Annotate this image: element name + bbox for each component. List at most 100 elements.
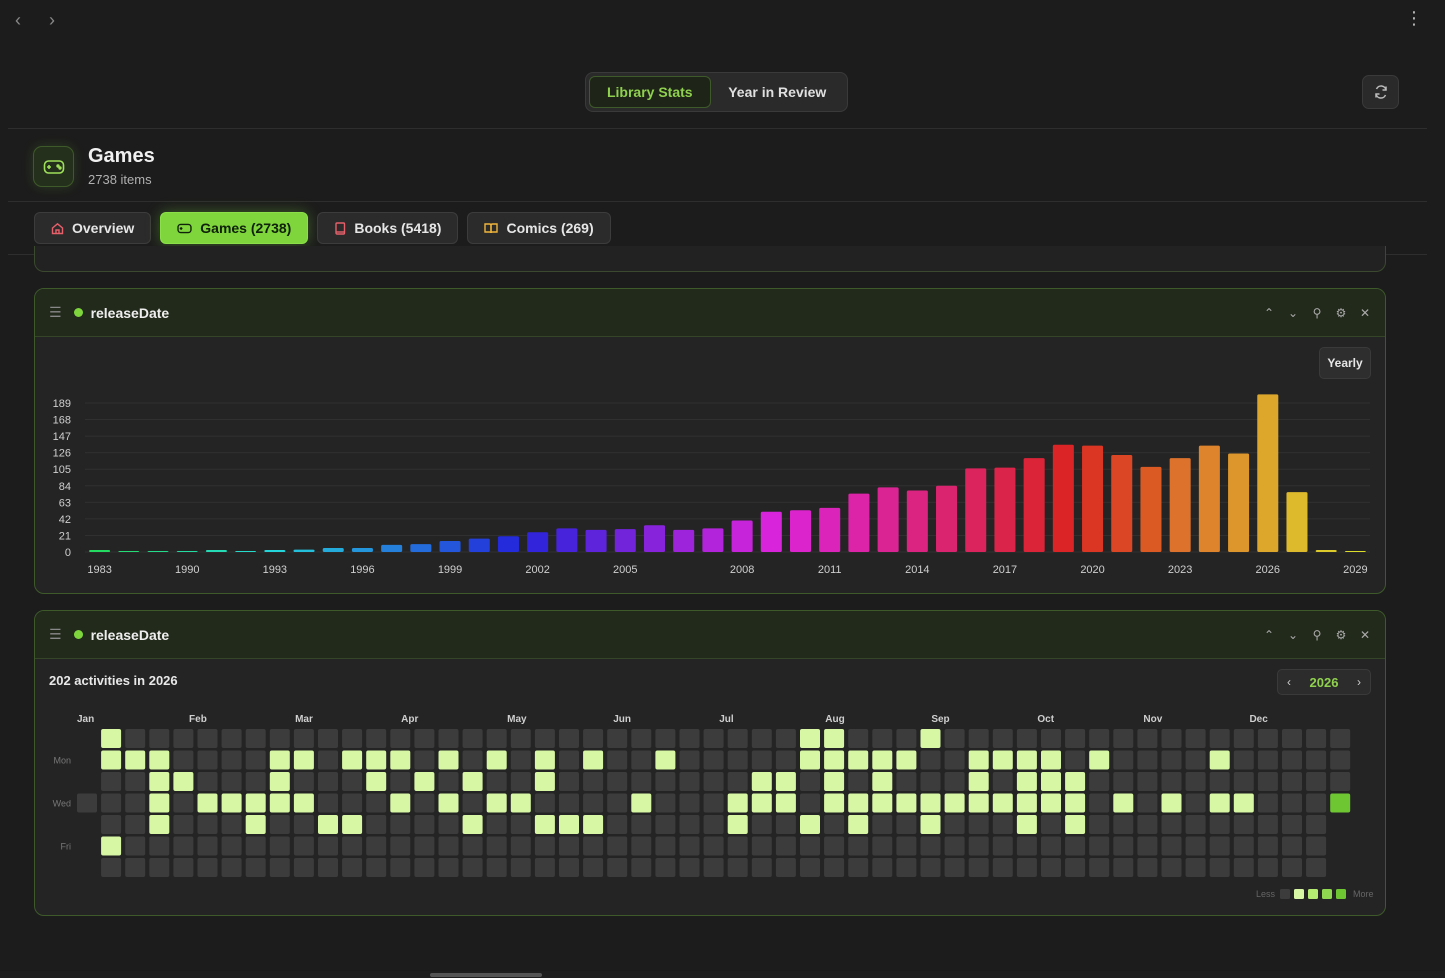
heatmap-cell [968,793,989,813]
heatmap-cell [269,858,290,877]
refresh-button[interactable] [1362,75,1399,109]
drag-handle-icon[interactable]: ☰ [49,626,62,643]
heatmap-cell [390,815,411,834]
move-up-icon[interactable]: ⌃ [1263,306,1275,320]
heatmap-cell [1257,750,1278,770]
heatmap-cell [173,815,194,834]
heatmap-cell [1257,858,1278,877]
heatmap-cell [1209,815,1230,834]
heatmap-cell [703,729,724,748]
tab-year-in-review[interactable]: Year in Review [711,76,844,108]
pin-icon[interactable]: ⚲ [1311,306,1323,320]
heatmap-cell [534,750,555,770]
heatmap-cell [293,772,314,791]
heatmap-cell [631,793,652,813]
heatmap-cell [1113,750,1134,770]
heatmap-cell [800,858,820,877]
tab-library-stats[interactable]: Library Stats [589,76,711,108]
tab-books[interactable]: Books (5418) [317,212,459,244]
heatmap-cell [607,750,628,770]
horizontal-scrollbar[interactable] [0,971,1445,978]
heatmap-cell [992,836,1013,856]
heatmap-cell [872,772,893,791]
heatmap-cell [1282,836,1302,856]
heatmap-cell [703,793,724,813]
move-down-icon[interactable]: ⌄ [1287,306,1299,320]
month-label: Nov [1143,714,1162,725]
settings-icon[interactable]: ⚙ [1335,628,1347,642]
heatmap-cell [125,793,146,813]
heatmap-cell [559,815,579,834]
heatmap-cell [1161,793,1182,813]
heatmap-cell [583,815,604,834]
heatmap-cell [727,793,748,813]
heatmap-cell [848,836,869,856]
heatmap-cell [125,858,146,877]
kebab-menu-icon[interactable]: ⋮ [1405,8,1423,29]
heatmap-cell [414,793,435,813]
heatmap-cell [1306,836,1327,856]
heatmap-cell [896,836,917,856]
bar [1111,455,1133,552]
scrollbar-thumb[interactable] [430,973,542,977]
bar [848,493,870,552]
tab-games[interactable]: Games (2738) [160,212,309,244]
heatmap-cell [1041,815,1061,834]
heatmap-cell [438,815,459,834]
bar [497,536,519,552]
forward-icon[interactable]: › [44,10,60,31]
x-tick-label: 1993 [263,564,287,576]
heatmap-cell [775,815,796,834]
heatmap-cell [173,836,194,856]
heatmap-cell [245,750,266,770]
heatmap-cell [1089,729,1110,748]
heatmap-cell [824,793,845,813]
close-icon[interactable]: ✕ [1359,306,1371,320]
pin-icon[interactable]: ⚲ [1311,628,1323,642]
heatmap-cell [944,772,965,791]
status-dot [73,630,83,639]
drag-handle-icon[interactable]: ☰ [49,304,62,321]
heatmap-cell [125,772,146,791]
heatmap-cell [390,836,411,856]
heatmap-cell [1089,750,1110,770]
heatmap-cell [1282,815,1302,834]
next-year-icon[interactable]: › [1357,675,1361,689]
heatmap-cell [486,815,507,834]
activity-heatmap: Jan Feb Mar Apr May Jun Jul Aug Sep Oct Nov Dec Mon W… [53,714,1374,899]
heatmap-cell [101,750,122,770]
heatmap-cell [173,793,194,813]
bar [1140,466,1162,552]
heatmap-cell [245,815,266,834]
heatmap-cell [896,793,917,813]
heatmap-cell [486,750,507,770]
heatmap-cell [438,729,459,748]
tab-comics[interactable]: Comics (269) [467,212,611,244]
heatmap-cell [800,793,820,813]
heatmap-cell [1161,750,1182,770]
heatmap-cell [486,793,507,813]
heatmap-cell [1161,858,1182,877]
close-icon[interactable]: ✕ [1359,628,1371,642]
heatmap-cell [1185,836,1206,856]
move-down-icon[interactable]: ⌄ [1287,628,1299,642]
x-tick-label: 2023 [1168,564,1192,576]
divider [8,201,1427,202]
heatmap-cell [751,836,772,856]
back-icon[interactable]: ‹ [10,10,26,31]
gamepad-icon [43,159,64,174]
heatmap-cell [1233,793,1254,813]
heatmap-cell [414,772,435,791]
heatmap-cell [1089,858,1110,877]
home-icon [51,222,64,234]
move-up-icon[interactable]: ⌃ [1263,628,1275,642]
previous-year-icon[interactable]: ‹ [1287,675,1291,689]
settings-icon[interactable]: ⚙ [1335,306,1347,320]
heatmap-cell [1306,729,1327,748]
heatmap-cell [559,836,579,856]
heatmap-cell [1065,836,1086,856]
month-label: Feb [189,714,207,725]
tab-overview[interactable]: Overview [34,212,152,244]
heatmap-cell [1330,793,1351,813]
heatmap-cell [1016,815,1037,834]
